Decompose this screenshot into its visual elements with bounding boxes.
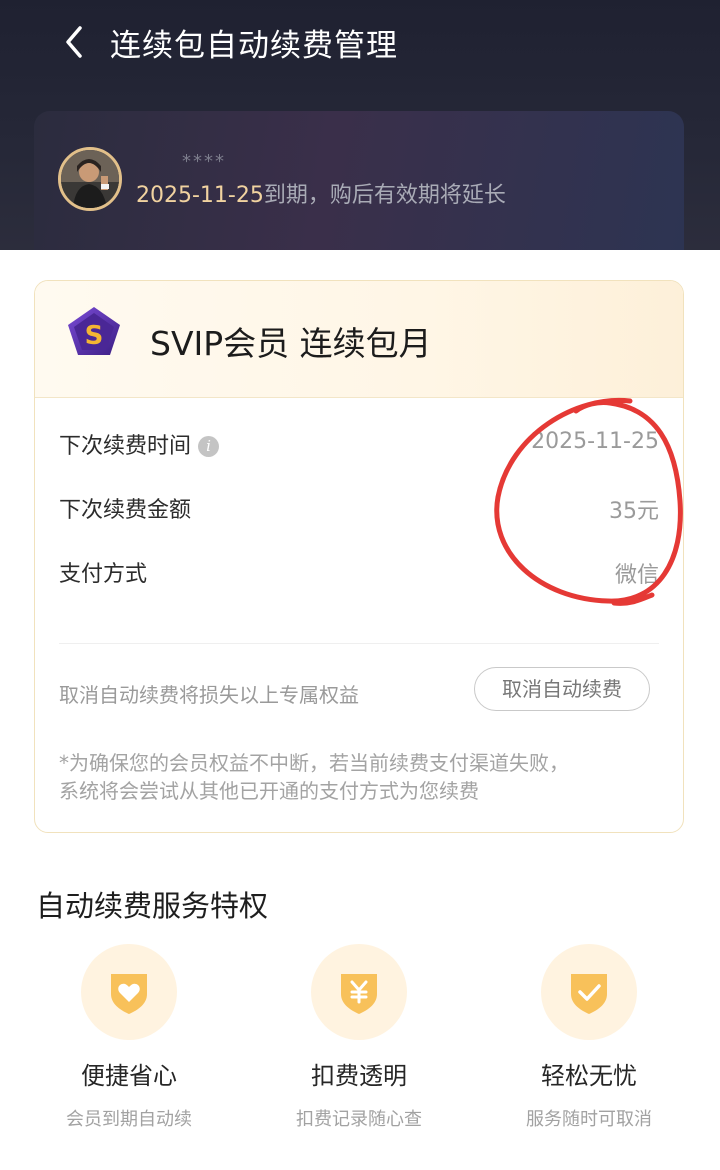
next-renewal-time-value: 2025-11-25 xyxy=(531,429,659,454)
next-renewal-time-label: 下次续费时间 i xyxy=(59,428,220,460)
payment-fallback-note: *为确保您的会员权益不中断，若当前续费支付渠道失败， 系统将会尝试从其他已开通的… xyxy=(59,749,569,805)
check-shield-icon xyxy=(541,944,637,1040)
page-title: 连续包自动续费管理 xyxy=(110,28,398,64)
note-line-2: 系统将会尝试从其他已开通的支付方式为您续费 xyxy=(59,779,479,803)
note-line-1: *为确保您的会员权益不中断，若当前续费支付渠道失败， xyxy=(59,751,569,775)
privilege-subtitle: 扣费记录随心查 xyxy=(296,1109,422,1130)
yuan-shield-icon xyxy=(311,944,407,1040)
svip-diamond-icon: S xyxy=(63,303,125,365)
privilege-title: 扣费透明 xyxy=(311,1062,407,1090)
next-renewal-amount-label: 下次续费金额 xyxy=(59,498,192,523)
membership-card: S SVIP会员 连续包月 下次续费时间 i 2025-11-25 下次续费金额 … xyxy=(34,280,684,833)
expire-info: 2025-11-25到期，购后有效期将延长 xyxy=(136,177,506,209)
nav-bar: 连续包自动续费管理 xyxy=(0,0,720,84)
cancel-auto-renew-button[interactable]: 取消自动续费 xyxy=(474,667,650,711)
payment-method-label: 支付方式 xyxy=(59,562,148,587)
privilege-title: 轻松无忧 xyxy=(541,1062,637,1090)
privilege-subtitle: 会员到期自动续 xyxy=(66,1109,192,1130)
next-renewal-amount-value: 35元 xyxy=(609,499,659,524)
masked-username: **** xyxy=(182,151,226,172)
info-icon[interactable]: i xyxy=(198,436,220,457)
payment-method-value: 微信 xyxy=(614,563,659,588)
avatar xyxy=(58,147,122,211)
privilege-item-worry-free: 轻松无忧 服务随时可取消 xyxy=(494,944,684,1131)
heart-shield-icon xyxy=(81,944,177,1040)
header-area: 连续包自动续费管理 **** 2025-11-25到期，购后有效期将延长 xyxy=(0,0,720,250)
expire-date: 2025-11-25 xyxy=(136,183,264,208)
privilege-item-transparent: 扣费透明 扣费记录随心查 xyxy=(264,944,454,1131)
privilege-subtitle: 服务随时可取消 xyxy=(526,1109,652,1130)
svg-text:S: S xyxy=(85,321,104,351)
membership-card-header: S SVIP会员 连续包月 xyxy=(35,281,683,398)
privileges-section-title: 自动续费服务特权 xyxy=(36,889,269,923)
next-renewal-time-text: 下次续费时间 xyxy=(59,434,192,459)
membership-title: SVIP会员 连续包月 xyxy=(150,324,432,363)
cancel-warning-text: 取消自动续费将损失以上专属权益 xyxy=(59,683,359,707)
back-arrow-icon[interactable] xyxy=(56,22,96,62)
divider xyxy=(59,643,659,644)
privilege-item-convenient: 便捷省心 会员到期自动续 xyxy=(34,944,224,1131)
privilege-title: 便捷省心 xyxy=(81,1062,177,1090)
expire-suffix: 到期，购后有效期将延长 xyxy=(263,183,506,208)
user-card: **** 2025-11-25到期，购后有效期将延长 xyxy=(34,111,684,250)
